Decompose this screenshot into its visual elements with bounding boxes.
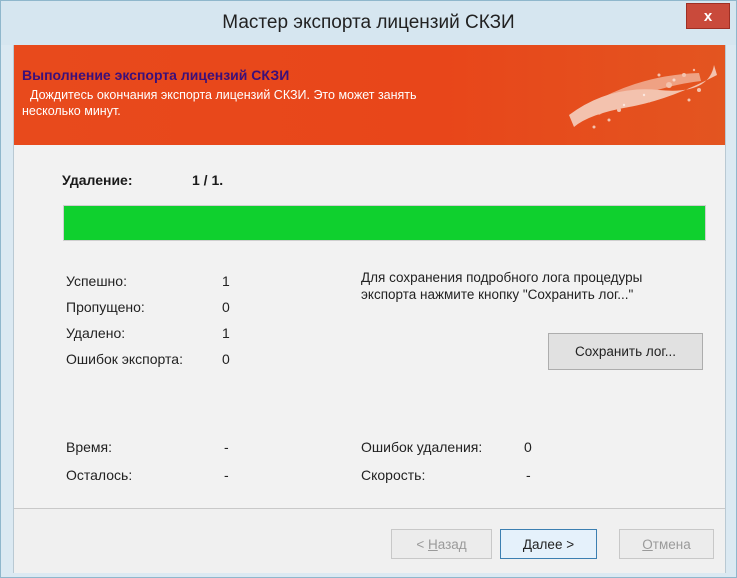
skipped-value: 0 bbox=[222, 299, 230, 315]
banner-title: Выполнение экспорта лицензий СКЗИ bbox=[22, 67, 290, 83]
header-banner: Выполнение экспорта лицензий СКЗИ Дождит… bbox=[14, 45, 725, 145]
delete-errors-label: Ошибок удаления: bbox=[361, 439, 483, 455]
remaining-label: Осталось: bbox=[66, 467, 133, 483]
window-title: Мастер экспорта лицензий СКЗИ bbox=[222, 12, 515, 33]
banner-subtitle-line1: Дождитесь окончания экспорта лицензий СК… bbox=[30, 88, 417, 102]
deletion-label: Удаление: bbox=[62, 172, 133, 188]
cancel-button-mnemonic: О bbox=[642, 536, 653, 552]
deleted-label: Удалено: bbox=[66, 325, 126, 341]
save-log-hint-line2: экспорта нажмите кнопку "Сохранить лог..… bbox=[361, 287, 634, 302]
back-button-mnemonic: Н bbox=[427, 536, 438, 552]
wizard-window: Мастер экспорта лицензий СКЗИ x Выполнен… bbox=[0, 0, 737, 578]
success-value: 1 bbox=[222, 273, 230, 289]
progress-bar bbox=[63, 205, 706, 241]
banner-texture-image bbox=[569, 65, 717, 129]
next-button-mnemonic: Д bbox=[522, 536, 533, 552]
success-label: Успешно: bbox=[66, 273, 127, 289]
export-errors-value: 0 bbox=[222, 351, 230, 367]
banner-subtitle-line2: несколько минут. bbox=[22, 104, 121, 118]
remaining-value: - bbox=[224, 467, 229, 483]
close-button[interactable]: x bbox=[686, 3, 730, 29]
back-button-label: азад bbox=[437, 536, 467, 552]
speed-value: - bbox=[526, 467, 531, 483]
wizard-footer: < Назад Далее > Отмена bbox=[14, 509, 725, 573]
save-log-hint-line1: Для сохранения подробного лога процедуры bbox=[361, 270, 643, 285]
skipped-label: Пропущено: bbox=[66, 299, 145, 315]
back-button-prefix: < bbox=[416, 536, 428, 552]
save-log-hint: Для сохранения подробного лога процедуры… bbox=[361, 269, 721, 303]
banner-subtitle: Дождитесь окончания экспорта лицензий СК… bbox=[22, 87, 562, 119]
deletion-counter: 1 / 1. bbox=[192, 172, 224, 188]
title-bar[interactable]: Мастер экспорта лицензий СКЗИ x bbox=[1, 1, 736, 45]
save-log-button[interactable]: Сохранить лог... bbox=[548, 333, 703, 370]
deleted-value: 1 bbox=[222, 325, 230, 341]
cancel-button[interactable]: Отмена bbox=[619, 529, 714, 559]
progress-panel: Удаление: 1 / 1. Успешно: 1 Пропущено: 0… bbox=[14, 145, 725, 505]
delete-errors-value: 0 bbox=[524, 439, 532, 455]
export-errors-label: Ошибок экспорта: bbox=[66, 351, 183, 367]
close-icon: x bbox=[703, 7, 713, 25]
speed-label: Скорость: bbox=[361, 467, 426, 483]
back-button[interactable]: < Назад bbox=[391, 529, 492, 559]
time-label: Время: bbox=[66, 439, 113, 455]
progress-bar-fill bbox=[64, 206, 705, 240]
next-button[interactable]: Далее > bbox=[500, 529, 597, 559]
cancel-button-label: тмена bbox=[652, 536, 691, 552]
time-value: - bbox=[224, 439, 229, 455]
next-button-label: алее > bbox=[532, 536, 575, 552]
wizard-page: Выполнение экспорта лицензий СКЗИ Дождит… bbox=[13, 45, 726, 573]
